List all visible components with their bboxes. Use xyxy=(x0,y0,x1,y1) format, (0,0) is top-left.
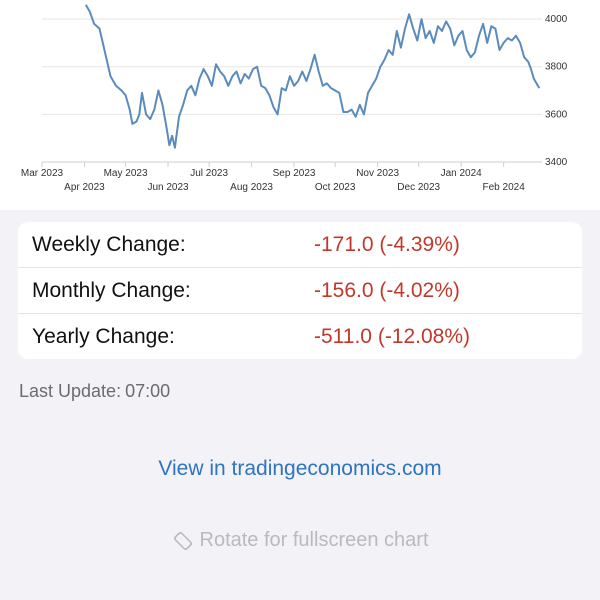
x-tick-label: Mar 2023 xyxy=(21,168,64,179)
x-tick-label: Dec 2023 xyxy=(397,182,440,193)
monthly-change-row: Monthly Change: -156.0 (-4.02%) xyxy=(18,268,582,314)
y-tick-label-4000: 4000 xyxy=(545,14,568,25)
y-tick-label-3400: 3400 xyxy=(545,157,568,168)
y-tick-label-3800: 3800 xyxy=(545,62,568,73)
x-tick-label: May 2023 xyxy=(104,168,148,179)
x-tick-label: Feb 2024 xyxy=(483,182,526,193)
rotate-hint: Rotate for fullscreen chart xyxy=(0,529,600,552)
monthly-change-value: -156.0 (-4.02%) xyxy=(314,278,460,302)
x-tick-label: Jun 2023 xyxy=(147,182,189,193)
y-tick-label-3600: 3600 xyxy=(545,109,568,120)
weekly-change-value: -171.0 (-4.39%) xyxy=(314,232,460,256)
view-in-tradingeconomics-link[interactable]: View in tradingeconomics.com xyxy=(0,457,600,481)
price-series-line xyxy=(84,4,541,149)
x-tick-label: Oct 2023 xyxy=(315,182,356,193)
x-tick-label: Aug 2023 xyxy=(230,182,273,193)
chart-panel: 4000 3800 3600 3400 Mar 2023 May 2023 Jul 202… xyxy=(0,0,600,210)
monthly-change-label: Monthly Change: xyxy=(32,278,191,302)
stats-card: Weekly Change: -171.0 (-4.39%) Monthly C… xyxy=(18,222,582,359)
yearly-change-label: Yearly Change: xyxy=(32,324,175,348)
price-line-chart[interactable]: 4000 3800 3600 3400 Mar 2023 May 2023 Jul 202… xyxy=(0,0,600,210)
last-update: Last Update: 07:00 xyxy=(19,381,174,402)
rotate-hint-text: Rotate for fullscreen chart xyxy=(199,529,429,551)
yearly-change-value: -511.0 (-12.08%) xyxy=(314,324,471,348)
weekly-change-row: Weekly Change: -171.0 (-4.39%) xyxy=(18,222,582,268)
x-tick-label: Jul 2023 xyxy=(190,168,228,179)
x-tick-label: Nov 2023 xyxy=(356,168,399,179)
yearly-change-row: Yearly Change: -511.0 (-12.08%) xyxy=(18,314,582,359)
x-tick-label: Sep 2023 xyxy=(273,168,316,179)
weekly-change-label: Weekly Change: xyxy=(32,232,186,256)
x-tick-label: Apr 2023 xyxy=(64,182,105,193)
x-tick-label: Jan 2024 xyxy=(441,168,483,179)
last-update-time: 07:00 xyxy=(125,381,171,401)
rotate-icon xyxy=(173,531,192,550)
last-update-label: Last Update: xyxy=(19,381,122,401)
